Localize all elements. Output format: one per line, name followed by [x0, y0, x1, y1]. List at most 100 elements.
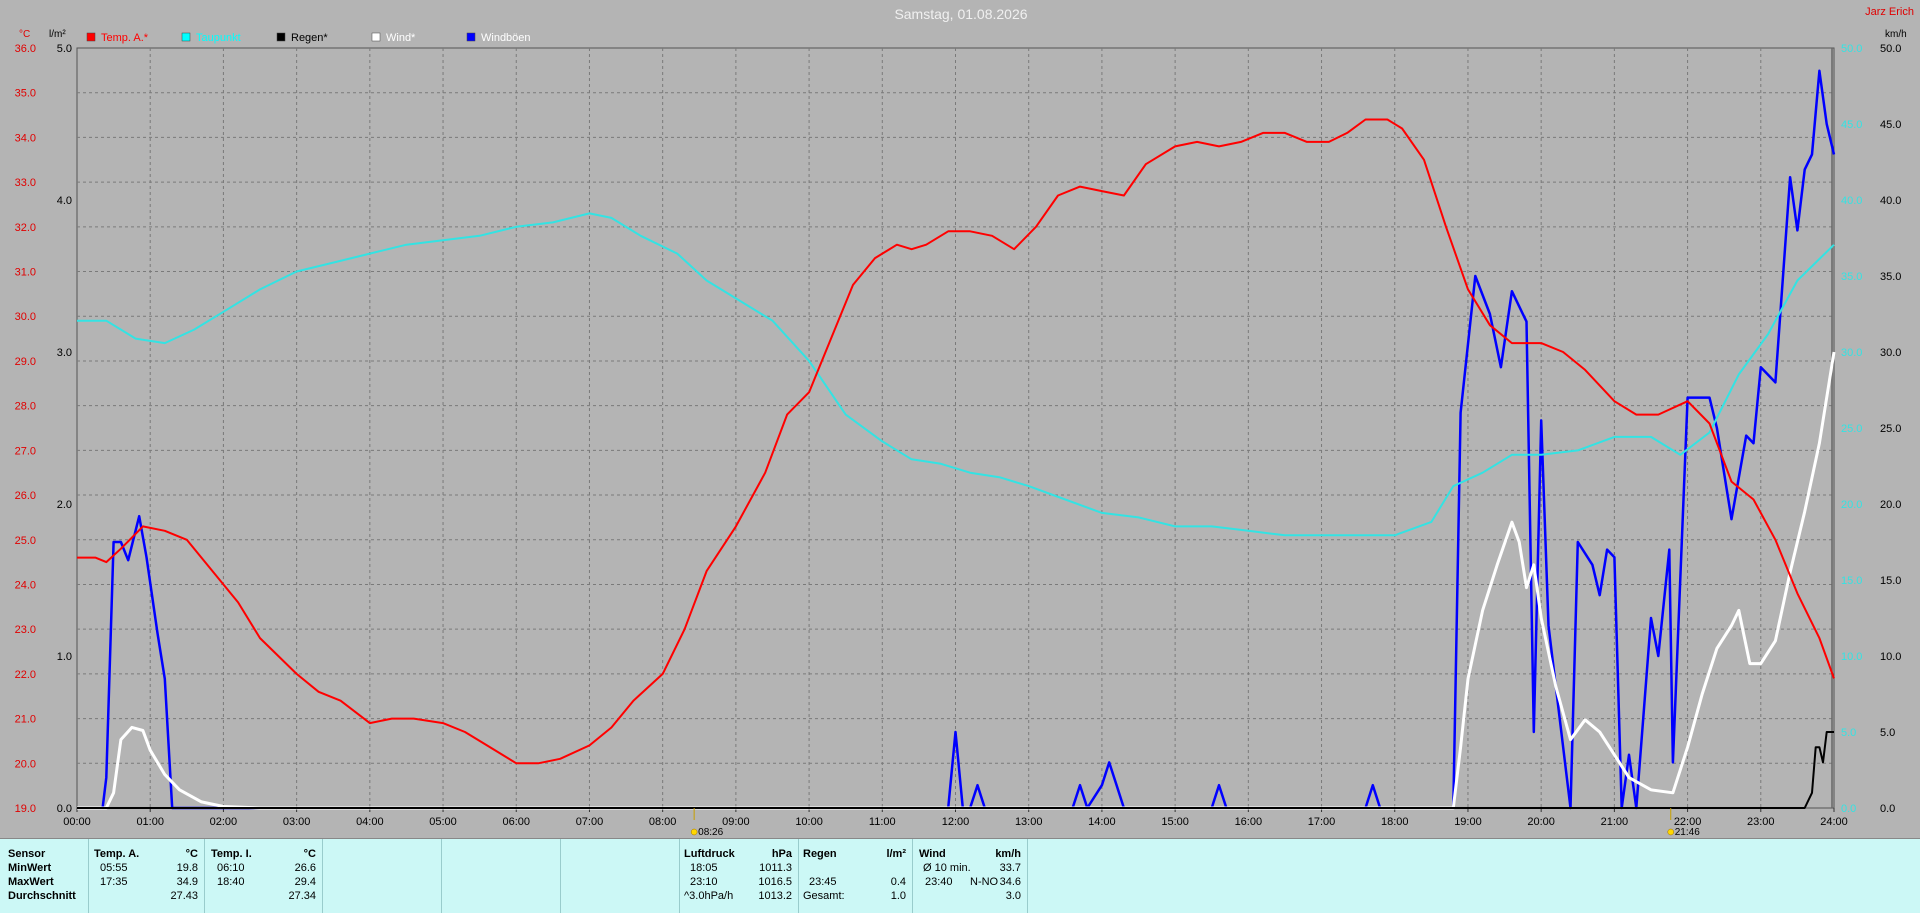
x-tick-label: 19:00	[1454, 816, 1482, 828]
pressure-min-val: 1011.3	[759, 862, 792, 874]
sun-marker-label: 21:46	[1675, 827, 1700, 838]
y-rain-tick-label: 3.0	[57, 347, 72, 359]
pressure-max-val: 1016.5	[758, 876, 792, 888]
y-wind-tick-label: 35.0	[1880, 271, 1901, 283]
legend-label: Taupunkt	[196, 32, 241, 44]
x-tick-label: 08:00	[649, 816, 677, 828]
y-wind-tick-label: 5.0	[1880, 727, 1895, 739]
rain-total-label: Gesamt:	[803, 890, 845, 902]
rain-header: Regen	[803, 848, 837, 860]
y-temp-tick-label: 19.0	[15, 803, 36, 815]
y-rain-tick-label: 5.0	[57, 43, 72, 55]
legend-swatch	[371, 32, 381, 42]
pressure-trend: ^3.0hPa/h	[684, 890, 734, 902]
avg-label: Durchschnitt	[8, 890, 76, 902]
y-wind-tick-label-alt: 35.0	[1841, 271, 1862, 283]
temp-a-min-val: 19.8	[176, 862, 198, 874]
stats-panel: Sensor MinWert MaxWert Durchschnitt Temp…	[0, 838, 1920, 913]
x-tick-label: 20:00	[1527, 816, 1555, 828]
temp-i-min-time: 06:10	[217, 862, 245, 874]
pressure-max-time: 23:10	[690, 876, 718, 888]
wind-avg: 3.0	[1005, 890, 1021, 902]
temp-i-min-val: 26.6	[294, 862, 316, 874]
wind-unit-label: km/h	[1885, 29, 1907, 40]
y-wind-tick-label-alt: 45.0	[1841, 119, 1862, 131]
pressure-avg: 1013.2	[758, 890, 792, 902]
x-tick-label: 10:00	[795, 816, 823, 828]
x-tick-label: 14:00	[1088, 816, 1116, 828]
y-temp-tick-label: 26.0	[15, 490, 36, 502]
y-wind-tick-label: 15.0	[1880, 575, 1901, 587]
temp-unit-label: °C	[19, 29, 30, 40]
y-temp-tick-label: 23.0	[15, 624, 36, 636]
y-temp-tick-label: 36.0	[15, 43, 36, 55]
y-wind-tick-label: 45.0	[1880, 119, 1901, 131]
y-wind-tick-label-alt: 20.0	[1841, 499, 1862, 511]
y-temp-tick-label: 33.0	[15, 177, 36, 189]
y-wind-tick-label-alt: 40.0	[1841, 195, 1862, 207]
legend-swatch	[466, 32, 476, 42]
x-tick-label: 17:00	[1308, 816, 1336, 828]
x-tick-label: 05:00	[429, 816, 457, 828]
sun-icon	[1667, 828, 1674, 836]
stats-col-wind: Wind km/h Ø 10 min. 33.7 23:40 N-NO 34.6…	[913, 839, 1028, 913]
temp-a-max-val: 34.9	[176, 876, 198, 888]
temp-a-avg: 27.43	[170, 890, 198, 902]
x-tick-label: 24:00	[1820, 816, 1848, 828]
stats-col-empty-3	[561, 839, 680, 913]
stats-col-temp-a: Temp. A. °C 05:55 19.8 17:35 34.9 27.43	[88, 839, 205, 913]
y-rain-tick-label: 4.0	[57, 195, 72, 207]
x-tick-label: 13:00	[1015, 816, 1043, 828]
wind-avg10-label: Ø 10 min.	[923, 862, 971, 874]
y-temp-tick-label: 30.0	[15, 311, 36, 323]
stats-col-pressure: Luftdruck hPa 18:05 1011.3 23:10 1016.5 …	[680, 839, 799, 913]
y-wind-tick-label: 0.0	[1880, 803, 1895, 815]
y-wind-tick-label: 40.0	[1880, 195, 1901, 207]
sensor-label: Sensor	[8, 848, 46, 860]
y-wind-tick-label: 10.0	[1880, 651, 1901, 663]
y-wind-tick-label: 30.0	[1880, 347, 1901, 359]
x-tick-label: 09:00	[722, 816, 750, 828]
y-wind-tick-label-alt: 10.0	[1841, 651, 1862, 663]
wind-max-val: 34.6	[999, 876, 1021, 888]
y-rain-tick-label: 1.0	[57, 651, 72, 663]
y-temp-tick-label: 22.0	[15, 669, 36, 681]
stats-col-empty-2	[442, 839, 561, 913]
y-temp-tick-label: 28.0	[15, 401, 36, 413]
x-tick-label: 21:00	[1601, 816, 1629, 828]
y-wind-tick-label-alt: 0.0	[1841, 803, 1856, 815]
x-tick-label: 01:00	[136, 816, 164, 828]
x-tick-label: 03:00	[283, 816, 311, 828]
y-wind-tick-label-alt: 25.0	[1841, 423, 1862, 435]
legend-swatch	[276, 32, 286, 42]
weather-chart: Samstag, 01.08.2026 Jarz Erich °C l/m² k…	[15, 6, 1914, 838]
temp-i-max-time: 18:40	[217, 876, 245, 888]
y-wind-tick-label: 25.0	[1880, 423, 1901, 435]
x-tick-label: 12:00	[942, 816, 970, 828]
x-tick-label: 15:00	[1161, 816, 1189, 828]
sun-marker-label: 08:26	[698, 827, 723, 838]
y-wind-tick-label-alt: 5.0	[1841, 727, 1856, 739]
y-temp-tick-label: 29.0	[15, 356, 36, 368]
temp-a-header: Temp. A.	[94, 848, 140, 860]
x-tick-label: 23:00	[1747, 816, 1775, 828]
x-tick-label: 07:00	[576, 816, 604, 828]
stats-col-rain: Regen l/m² 23:45 0.4 Gesamt: 1.0	[799, 839, 913, 913]
y-rain-tick-label: 2.0	[57, 499, 72, 511]
legend-swatch	[86, 32, 96, 42]
legend-label: Temp. A.*	[101, 32, 149, 44]
x-tick-label: 04:00	[356, 816, 384, 828]
x-tick-label: 02:00	[210, 816, 238, 828]
temp-i-header: Temp. I.	[211, 848, 252, 860]
wind-unit: km/h	[995, 848, 1021, 860]
legend-swatch	[181, 32, 191, 42]
y-temp-tick-label: 32.0	[15, 222, 36, 234]
chart-title: Samstag, 01.08.2026	[894, 6, 1027, 22]
x-tick-label: 00:00	[63, 816, 91, 828]
y-wind-tick-label-alt: 50.0	[1841, 43, 1862, 55]
wind-header: Wind	[919, 848, 946, 860]
y-temp-tick-label: 35.0	[15, 88, 36, 100]
sun-icon	[690, 828, 698, 836]
min-label: MinWert	[8, 862, 52, 874]
wind-max-time: 23:40	[925, 876, 953, 888]
